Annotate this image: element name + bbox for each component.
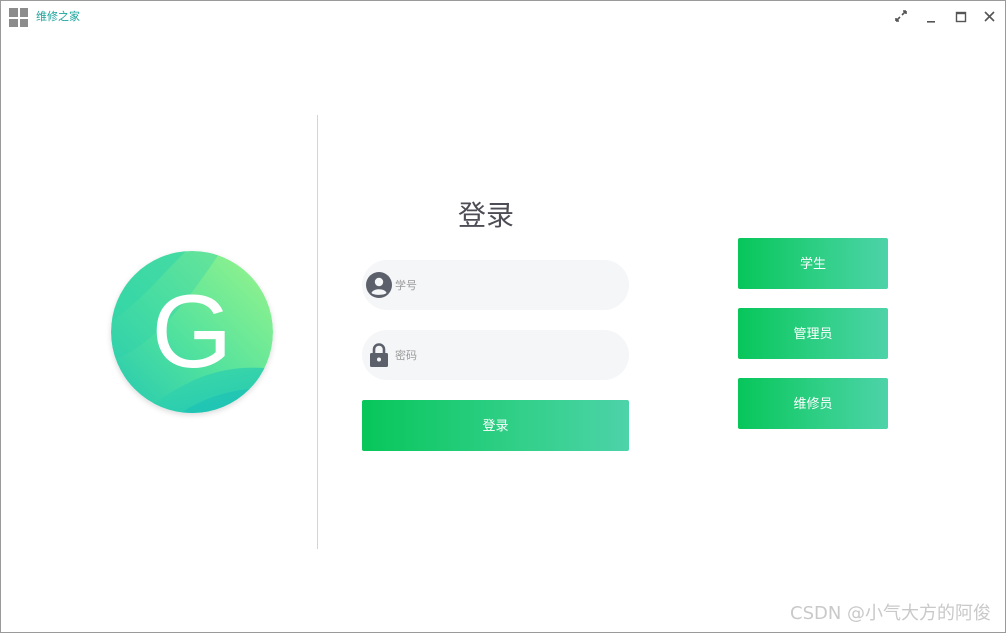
maximize-icon[interactable]: [950, 7, 972, 27]
password-input[interactable]: [395, 330, 615, 380]
watermark-text: CSDN @小气大方的阿俊: [790, 603, 992, 624]
password-field[interactable]: [362, 330, 629, 380]
user-icon: [366, 272, 392, 298]
student-role-button[interactable]: 学生: [738, 238, 888, 289]
repairman-role-button[interactable]: 维修员: [738, 378, 888, 429]
window-title: 维修之家: [36, 10, 80, 23]
close-icon[interactable]: [979, 7, 1001, 27]
app-logo: G: [111, 251, 273, 413]
login-button[interactable]: 登录: [362, 400, 629, 451]
logo-letter: G: [151, 274, 233, 390]
login-title: 登录: [457, 199, 514, 232]
app-grid-icon: [9, 8, 28, 27]
restore-icon[interactable]: [890, 7, 912, 27]
admin-role-button[interactable]: 管理员: [738, 308, 888, 359]
username-field[interactable]: [362, 260, 629, 310]
lock-icon: [370, 343, 388, 367]
vertical-divider: [317, 115, 318, 549]
username-input[interactable]: [395, 260, 615, 310]
app-window: 维修之家 G 登录 学号 登录 学生 管理员 维修员 CSDN @小气大方的阿俊: [0, 0, 1006, 633]
minimize-icon[interactable]: [920, 7, 942, 27]
